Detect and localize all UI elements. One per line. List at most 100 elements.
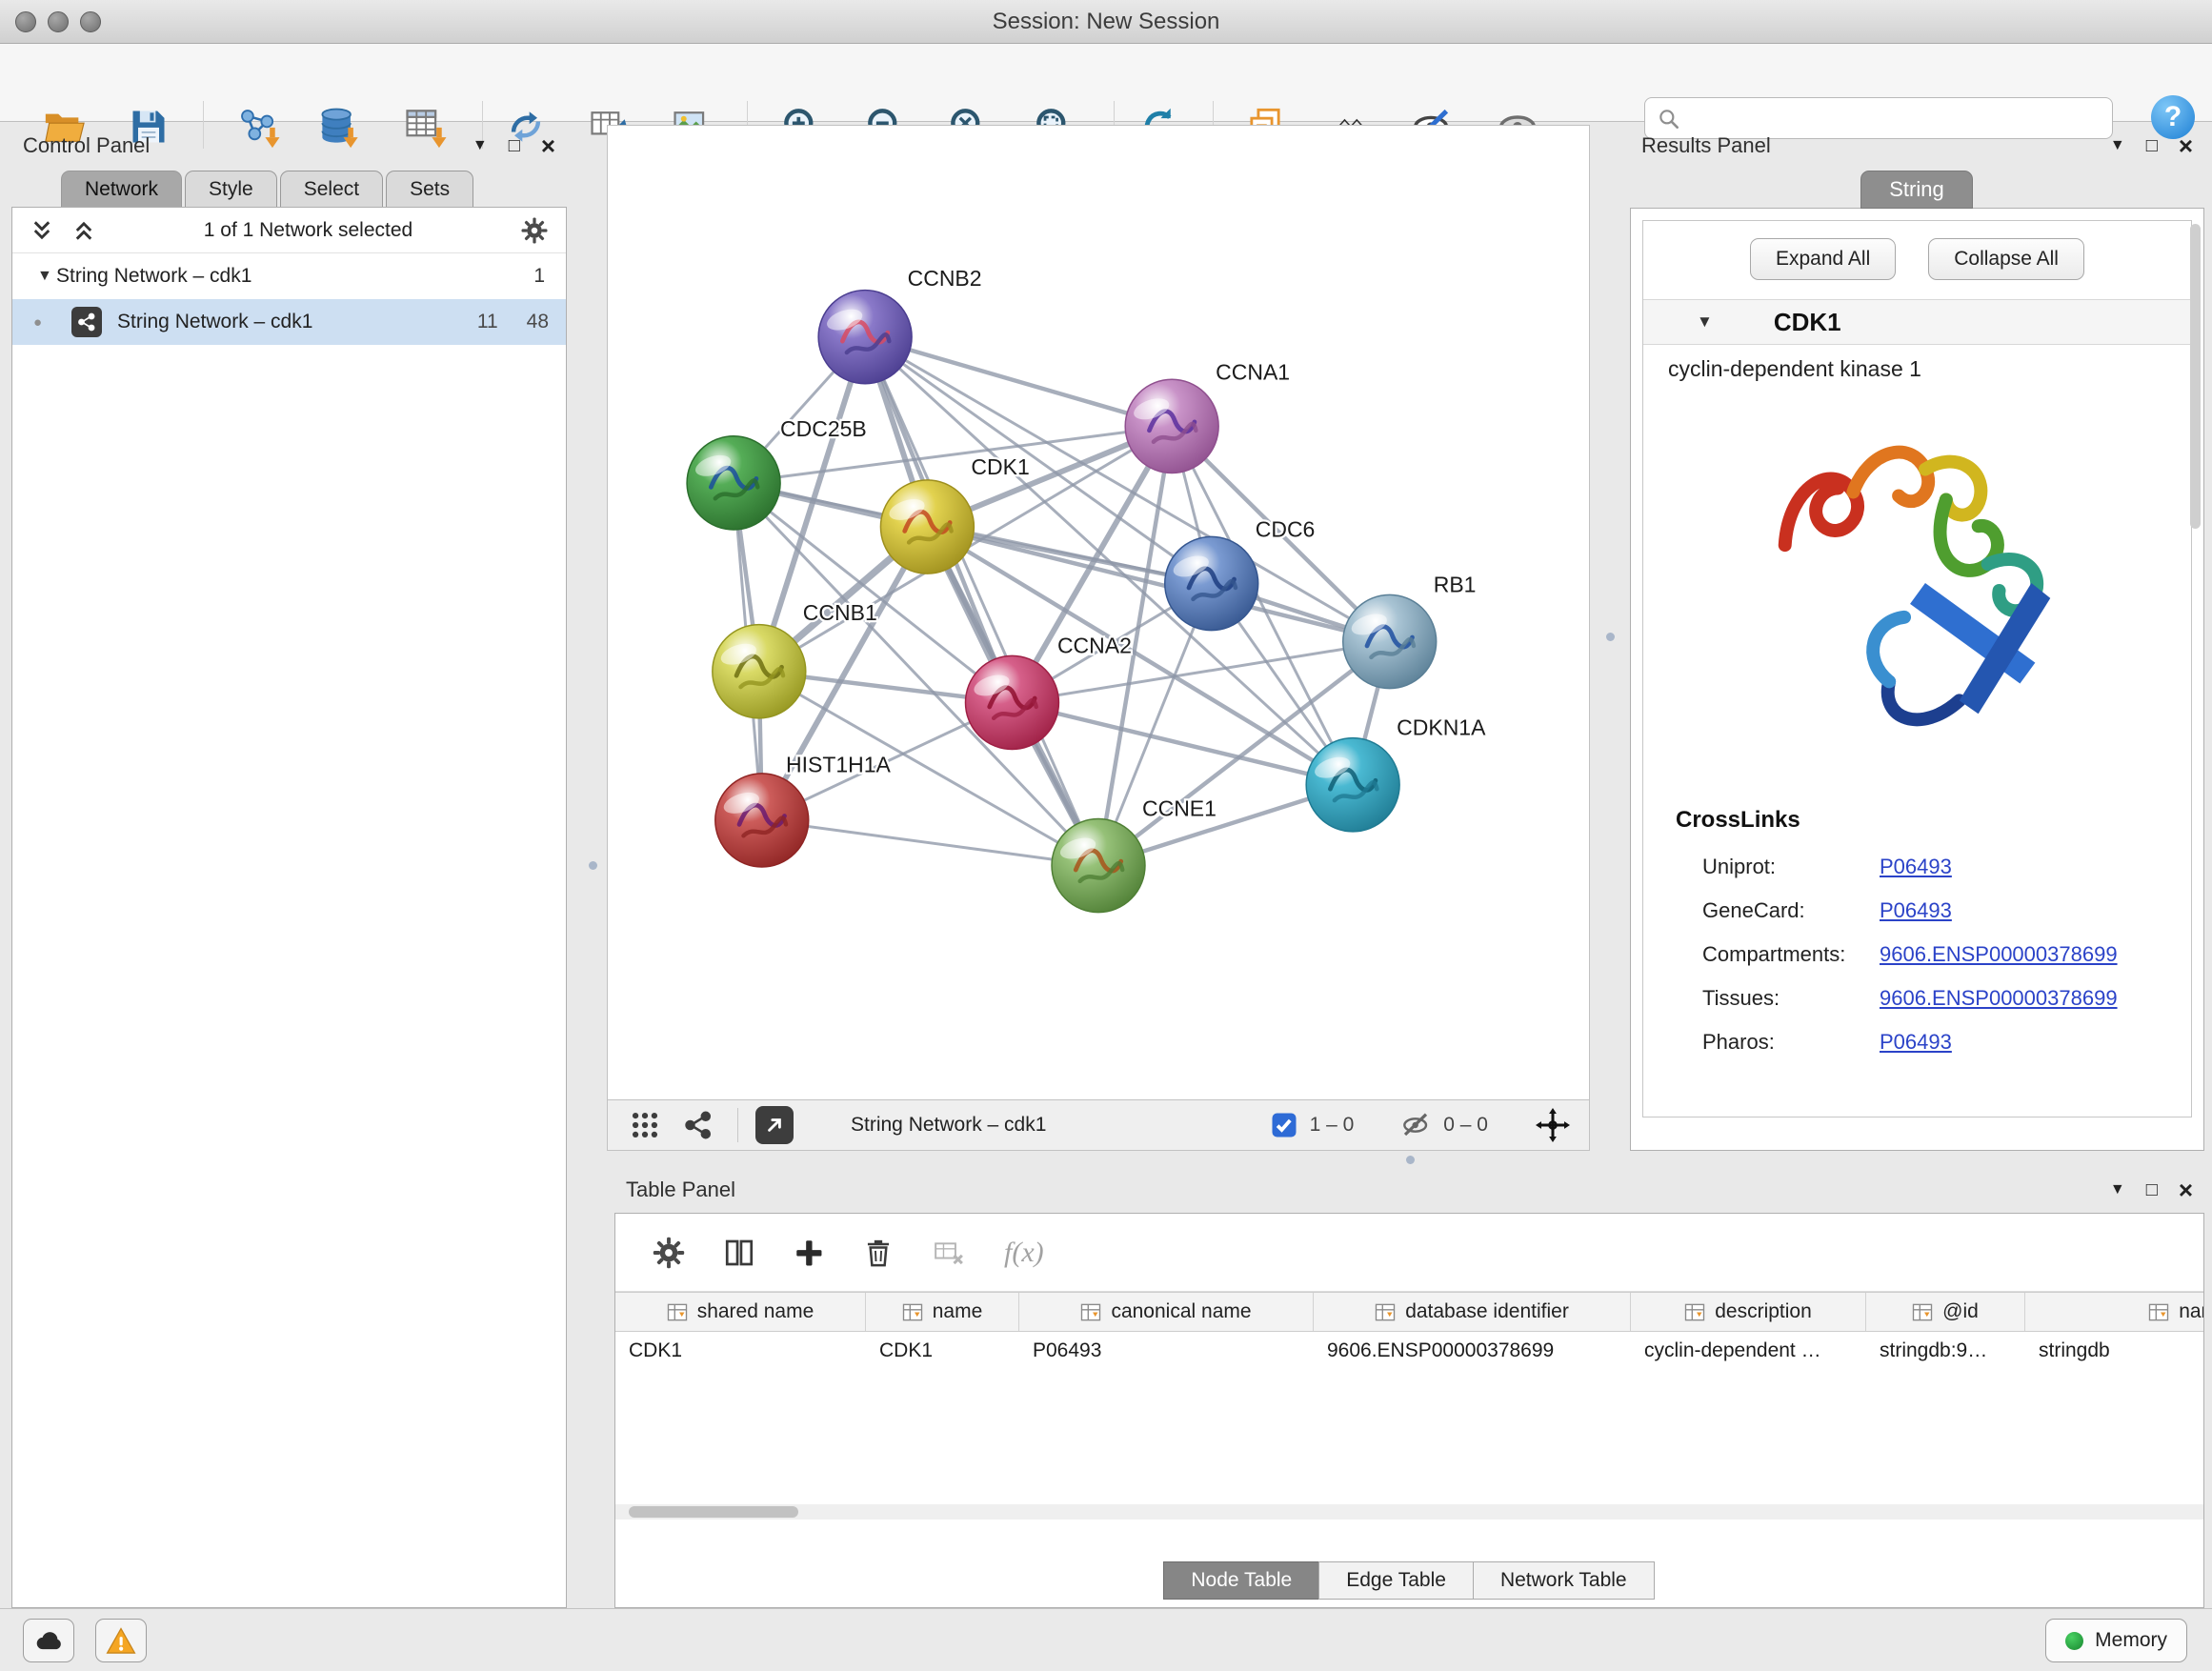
column-header-database-identifier[interactable]: database identifier (1314, 1293, 1631, 1331)
network-options-gear-icon[interactable] (520, 216, 549, 245)
crosslink-uniprot-link[interactable]: P06493 (1880, 855, 1952, 879)
network-node-CDK1[interactable] (880, 480, 974, 574)
collapse-table-icon[interactable]: ▼ (2110, 1181, 2125, 1198)
memory-status-dot (2065, 1632, 2083, 1650)
tab-network[interactable]: Network (61, 171, 182, 207)
network-view-title: String Network – cdk1 (851, 1114, 1046, 1137)
network-node-HIST1H1A[interactable] (715, 774, 809, 867)
table-options-gear-icon[interactable] (652, 1236, 686, 1270)
column-header-description[interactable]: description (1631, 1293, 1866, 1331)
hidden-eye-slash-icon[interactable] (1401, 1110, 1432, 1140)
float-panel-icon[interactable]: □ (509, 135, 520, 157)
crosslink-row: Tissues:9606.ENSP00000378699 (1643, 976, 2191, 1020)
crosslink-tissues-link[interactable]: 9606.ENSP00000378699 (1880, 986, 2118, 1011)
table-scrollbar-thumb[interactable] (629, 1506, 798, 1518)
network-row[interactable]: ● String Network – cdk1 11 48 (12, 299, 566, 345)
memory-button[interactable]: Memory (2045, 1619, 2187, 1662)
edge-count: 48 (527, 311, 549, 333)
application-window: Session: New Session (0, 0, 2212, 1671)
collection-count: 1 (533, 265, 566, 288)
collapse-results-icon[interactable]: ▼ (2110, 137, 2125, 154)
crosslink-row: Uniprot:P06493 (1643, 845, 2191, 889)
float-results-icon[interactable]: □ (2146, 135, 2158, 157)
network-node-label: CDK1 (971, 454, 1029, 479)
collection-label: String Network – cdk1 (56, 265, 251, 288)
crosslink-label: Pharos: (1702, 1030, 1880, 1055)
column-header-namespace[interactable]: namespace (2025, 1293, 2204, 1331)
tab-style[interactable]: Style (185, 171, 277, 207)
network-collection-row[interactable]: ▼ String Network – cdk1 1 (12, 253, 566, 299)
selected-checkbox-icon[interactable] (1270, 1111, 1298, 1139)
cloud-icon (32, 1625, 65, 1656)
close-window-button[interactable] (15, 11, 36, 32)
show-columns-icon[interactable] (722, 1236, 756, 1270)
close-table-icon[interactable]: × (2179, 1176, 2193, 1205)
delete-column-trash-icon[interactable] (861, 1236, 895, 1270)
crosshair-icon[interactable] (1536, 1108, 1570, 1142)
selected-nodes-edges-count: 1 – 0 (1310, 1114, 1355, 1137)
crosslinks-title: CrossLinks (1676, 807, 2191, 834)
network-node-CCNE1[interactable] (1052, 818, 1145, 912)
float-table-icon[interactable]: □ (2146, 1179, 2158, 1201)
network-node-CCNB1[interactable] (713, 625, 806, 718)
column-header-name[interactable]: name (866, 1293, 1019, 1331)
network-node-CCNA2[interactable] (965, 655, 1058, 749)
crosslink-pharos-link[interactable]: P06493 (1880, 1030, 1952, 1055)
expand-all-icon[interactable] (71, 218, 96, 243)
network-canvas[interactable]: CCNB2CCNA1CDC25BCDK1CDC6RB1CCNB1CCNA2CDK… (608, 126, 1589, 1099)
table-horizontal-scrollbar[interactable] (615, 1504, 2203, 1520)
birdseye-view-icon[interactable] (682, 1109, 714, 1141)
bottom-splitter-grip[interactable] (1406, 1156, 1415, 1164)
results-scrollbar-thumb[interactable] (2190, 224, 2201, 529)
column-header-shared-name[interactable]: shared name (615, 1293, 866, 1331)
warnings-button[interactable] (95, 1619, 147, 1662)
close-results-icon[interactable]: × (2179, 131, 2193, 161)
control-panel-header: Control Panel ▼ □ × (11, 125, 567, 167)
table-toolbar: f(x) (615, 1214, 2203, 1292)
network-node-label: CDKN1A (1397, 715, 1486, 740)
network-edge (865, 337, 1172, 427)
expand-all-button[interactable]: Expand All (1750, 238, 1896, 280)
minimize-window-button[interactable] (48, 11, 69, 32)
crosslink-compartments-link[interactable]: 9606.ENSP00000378699 (1880, 942, 2118, 967)
network-edge (1012, 702, 1353, 784)
table-cell: cyclin-dependent … (1631, 1332, 1866, 1372)
table-panel-body: f(x) shared namenamecanonical namedataba… (614, 1213, 2204, 1608)
tab-sets[interactable]: Sets (386, 171, 473, 207)
network-node-CDC25B[interactable] (687, 436, 780, 530)
collection-disclosure-icon[interactable]: ▼ (12, 268, 41, 285)
network-node-CDKN1A[interactable] (1306, 738, 1399, 832)
results-panel-body: Expand All Collapse All ▼ CDK1 cyclin-de… (1630, 208, 2204, 1151)
results-panel-title: Results Panel (1641, 133, 1771, 158)
collapse-all-icon[interactable] (30, 218, 54, 243)
window-title: Session: New Session (993, 9, 1220, 35)
left-splitter-grip[interactable] (589, 861, 597, 870)
tab-select[interactable]: Select (280, 171, 383, 207)
network-node-RB1[interactable] (1343, 594, 1437, 688)
tab-network-table[interactable]: Network Table (1473, 1561, 1655, 1600)
collapse-panel-icon[interactable]: ▼ (473, 137, 488, 154)
network-node-CCNA1[interactable] (1125, 379, 1218, 473)
gene-section-header[interactable]: ▼ CDK1 (1643, 299, 2191, 345)
export-view-button[interactable] (755, 1106, 794, 1144)
table-row[interactable]: CDK1CDK1P064939606.ENSP00000378699cyclin… (615, 1332, 2204, 1372)
network-node-CCNB2[interactable] (818, 291, 912, 384)
add-column-icon[interactable] (793, 1237, 825, 1269)
tab-node-table[interactable]: Node Table (1163, 1561, 1319, 1600)
collapse-all-button[interactable]: Collapse All (1928, 238, 2084, 280)
tab-edge-table[interactable]: Edge Table (1318, 1561, 1474, 1600)
grid-layout-icon[interactable] (629, 1109, 661, 1141)
tab-string[interactable]: String (1860, 171, 1973, 209)
gene-disclosure-icon[interactable]: ▼ (1643, 312, 1713, 332)
cloud-status-button[interactable] (23, 1619, 74, 1662)
network-node-CDC6[interactable] (1165, 536, 1258, 630)
string-results-card: Expand All Collapse All ▼ CDK1 cyclin-de… (1642, 220, 2192, 1117)
crosslink-row: GeneCard:P06493 (1643, 889, 2191, 933)
column-header-canonical-name[interactable]: canonical name (1019, 1293, 1314, 1331)
delete-row-icon (932, 1236, 966, 1270)
zoom-window-button[interactable] (80, 11, 101, 32)
close-panel-icon[interactable]: × (541, 131, 555, 161)
crosslink-genecard-link[interactable]: P06493 (1880, 898, 1952, 923)
right-splitter-grip[interactable] (1606, 633, 1615, 641)
column-header--id[interactable]: @id (1866, 1293, 2025, 1331)
